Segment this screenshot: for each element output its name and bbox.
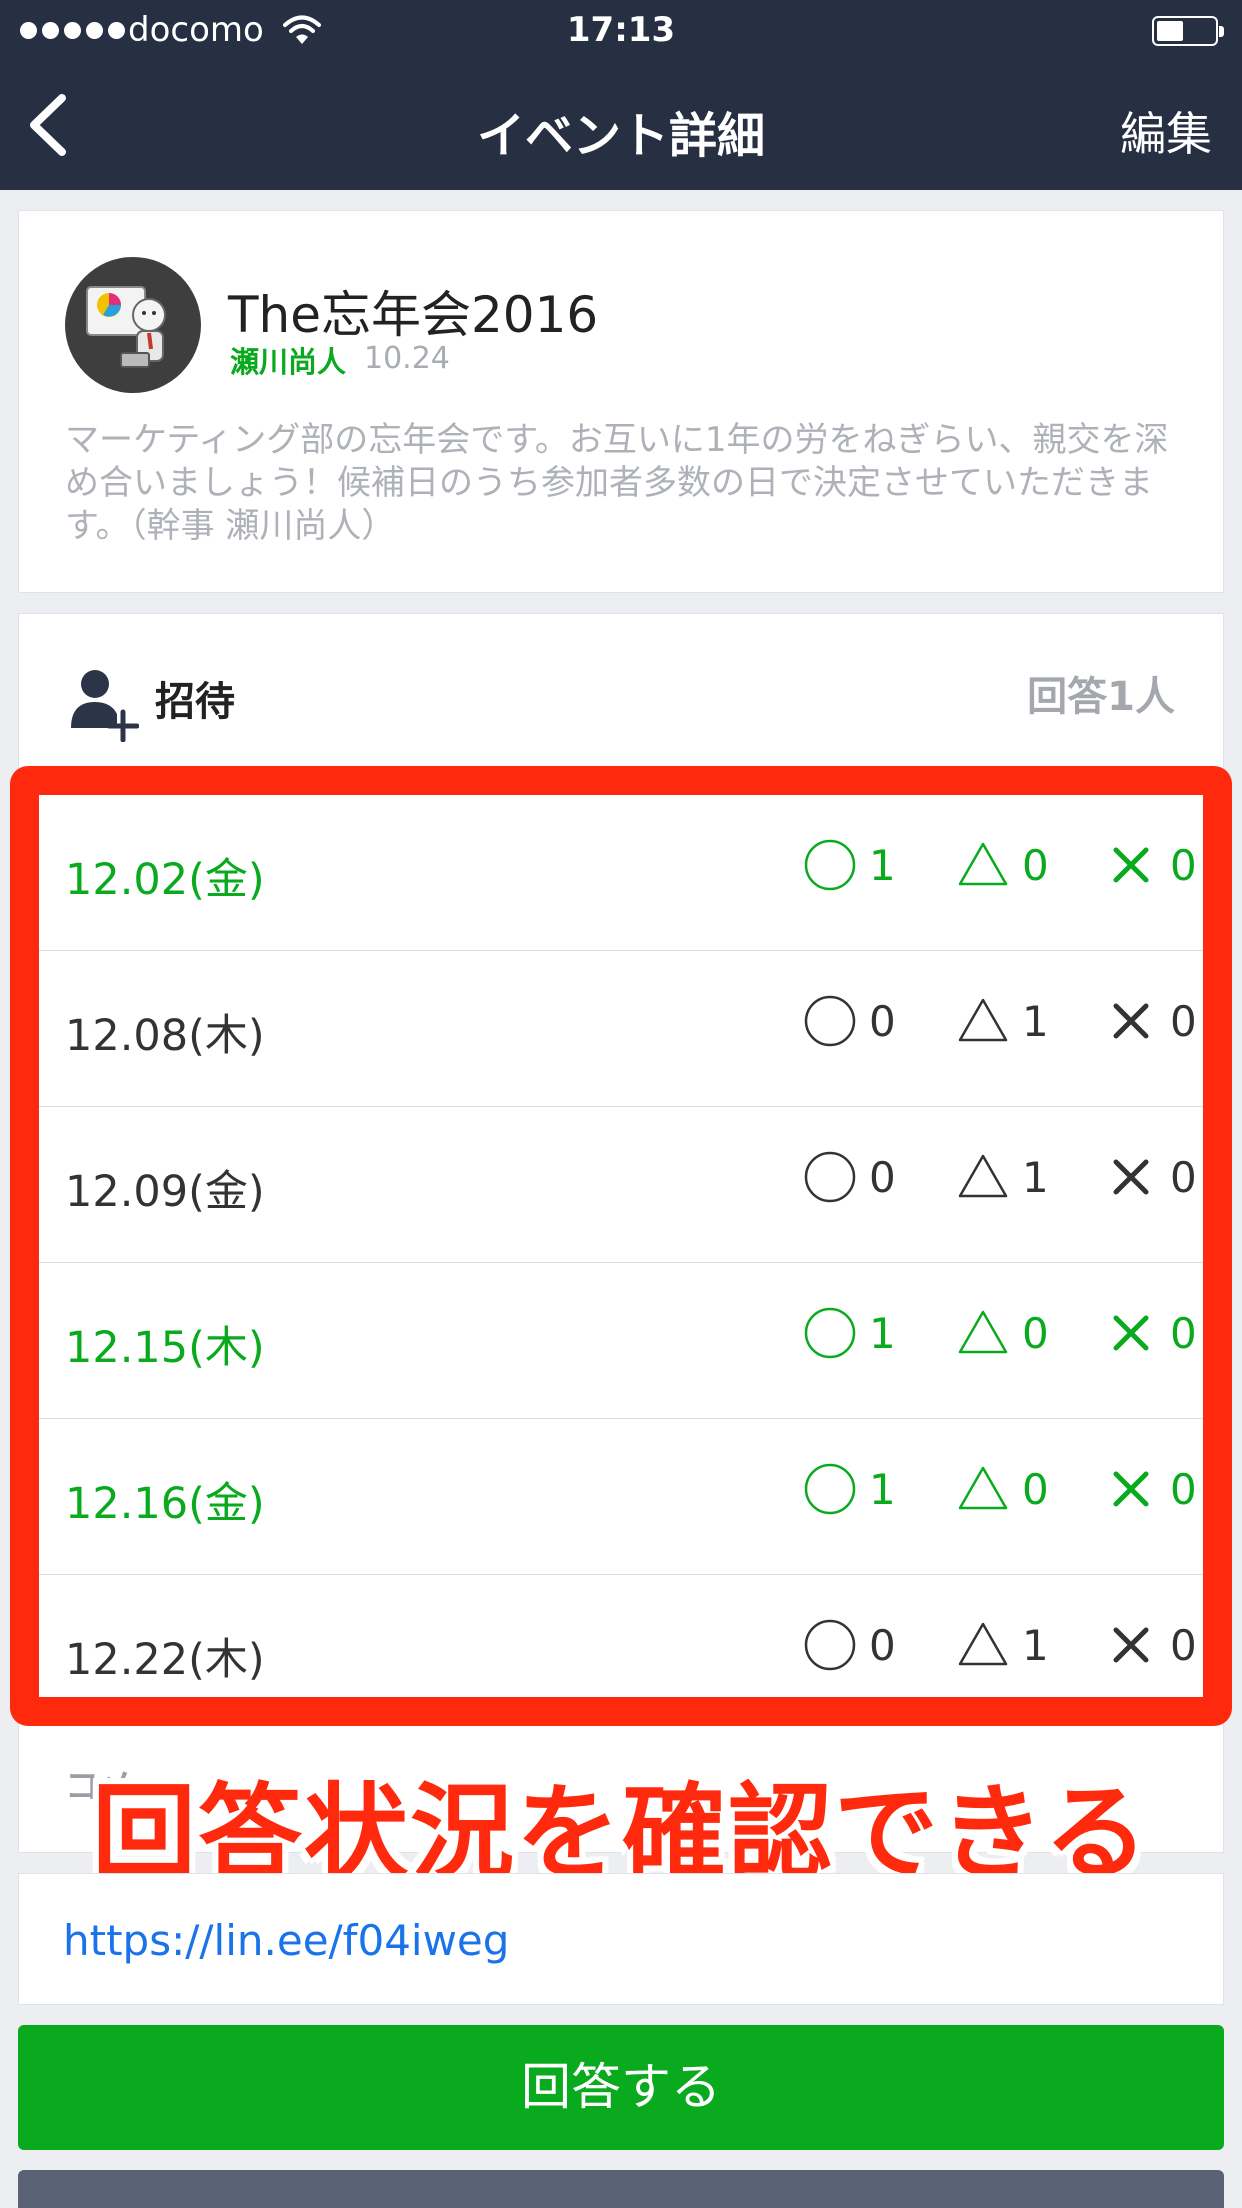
circle-yes-stat: 1 [803, 1449, 896, 1529]
cross-no-count: 0 [1170, 840, 1197, 890]
cross-no-stat: 0 [1104, 1137, 1197, 1217]
date-row[interactable]: 12.09(金) 0 1 0 [39, 1107, 1203, 1263]
date-row[interactable]: 12.15(木) 1 0 0 [39, 1263, 1203, 1419]
status-time: 17:13 [566, 10, 676, 50]
circle-yes-count: 1 [869, 1308, 896, 1358]
triangle-maybe-stat: 0 [956, 1449, 1049, 1529]
secondary-button[interactable] [18, 2170, 1224, 2208]
triangle-maybe-count: 1 [1022, 1620, 1049, 1670]
cross-no-icon [1113, 1315, 1149, 1351]
invite-label: 招待 [155, 679, 235, 725]
date-label: 12.02(金) [65, 855, 265, 905]
cross-no-stat: 0 [1104, 981, 1197, 1061]
triangle-maybe-count: 1 [1022, 996, 1049, 1046]
organizer-name[interactable]: 瀬川尚人 [230, 339, 346, 381]
triangle-maybe-icon [958, 842, 1008, 886]
cross-no-count: 0 [1170, 1308, 1197, 1358]
cross-no-stat: 0 [1104, 1605, 1197, 1685]
answer-status-highlight: 12.02(金) 1 0 0 12.08(木) 0 1 0 12.09(金) 0 1 0 12.15(木… [10, 766, 1232, 1726]
date-list: 12.02(金) 1 0 0 12.08(木) 0 1 0 12.09(金) 0 1 0 12.15(木… [39, 795, 1203, 1731]
circle-yes-count: 1 [869, 840, 896, 890]
link-card: https://lin.ee/f04iweg [18, 1873, 1224, 2005]
cross-no-count: 0 [1170, 1152, 1197, 1202]
add-person-icon[interactable] [67, 664, 139, 742]
circle-yes-icon [804, 995, 856, 1047]
circle-yes-count: 0 [869, 1152, 896, 1202]
circle-yes-stat: 1 [803, 1293, 896, 1373]
triangle-maybe-stat: 1 [956, 981, 1049, 1061]
date-row[interactable]: 12.16(金) 1 0 0 [39, 1419, 1203, 1575]
cross-no-icon [1113, 847, 1149, 883]
triangle-maybe-count: 0 [1022, 840, 1049, 890]
triangle-maybe-count: 1 [1022, 1152, 1049, 1202]
triangle-maybe-icon [958, 998, 1008, 1042]
cross-no-icon [1113, 1003, 1149, 1039]
triangle-maybe-stat: 1 [956, 1137, 1049, 1217]
cross-no-stat: 0 [1104, 825, 1197, 905]
triangle-maybe-icon [958, 1154, 1008, 1198]
triangle-maybe-icon [958, 1310, 1008, 1354]
date-label: 12.15(木) [65, 1323, 265, 1373]
top-bar: docomo 17:13 イベント詳細 編集 [0, 0, 1242, 190]
triangle-maybe-stat: 0 [956, 1293, 1049, 1373]
answer-button[interactable]: 回答する [18, 2025, 1224, 2150]
answer-count[interactable]: 回答1人 [1027, 664, 1175, 722]
battery-icon [1152, 16, 1224, 46]
circle-yes-stat: 1 [803, 825, 896, 905]
event-created-date: 10.24 [364, 341, 450, 376]
event-link[interactable]: https://lin.ee/f04iweg [63, 1916, 509, 1965]
event-card: The忘年会2016 瀬川尚人 10.24 マーケティング部の忘年会です。お互い… [18, 210, 1224, 593]
date-label: 12.16(金) [65, 1479, 265, 1529]
avatar[interactable] [65, 257, 201, 393]
cross-no-icon [1113, 1627, 1149, 1663]
circle-yes-icon [804, 1307, 856, 1359]
date-label: 12.22(木) [65, 1635, 265, 1685]
triangle-maybe-icon [958, 1622, 1008, 1666]
date-row[interactable]: 12.08(木) 0 1 0 [39, 951, 1203, 1107]
date-label: 12.09(金) [65, 1167, 265, 1217]
page-title: イベント詳細 [476, 108, 765, 164]
circle-yes-icon [804, 1619, 856, 1671]
circle-yes-stat: 0 [803, 1605, 896, 1685]
triangle-maybe-stat: 0 [956, 825, 1049, 905]
character-avatar-icon [86, 286, 166, 368]
date-row[interactable]: 12.22(木) 0 1 0 [39, 1575, 1203, 1731]
edit-button[interactable]: 編集 [1120, 98, 1212, 164]
status-bar: docomo 17:13 [0, 0, 1242, 62]
triangle-maybe-count: 0 [1022, 1308, 1049, 1358]
circle-yes-count: 1 [869, 1464, 896, 1514]
cross-no-icon [1113, 1471, 1149, 1507]
cross-no-count: 0 [1170, 1620, 1197, 1670]
event-description: マーケティング部の忘年会です。お互いに1年の労をねぎらい、親交を深め合いましょう… [65, 420, 1169, 546]
cross-no-count: 0 [1170, 1464, 1197, 1514]
triangle-maybe-count: 0 [1022, 1464, 1049, 1514]
circle-yes-icon [804, 1463, 856, 1515]
date-label: 12.08(木) [65, 1011, 265, 1061]
circle-yes-icon [804, 1151, 856, 1203]
cross-no-stat: 0 [1104, 1293, 1197, 1373]
triangle-maybe-icon [958, 1466, 1008, 1510]
event-title: The忘年会2016 [228, 286, 599, 344]
circle-yes-count: 0 [869, 996, 896, 1046]
circle-yes-count: 0 [869, 1620, 896, 1670]
date-row[interactable]: 12.02(金) 1 0 0 [39, 795, 1203, 951]
cross-no-icon [1113, 1159, 1149, 1195]
triangle-maybe-stat: 1 [956, 1605, 1049, 1685]
cross-no-stat: 0 [1104, 1449, 1197, 1529]
cross-no-count: 0 [1170, 996, 1197, 1046]
circle-yes-stat: 0 [803, 1137, 896, 1217]
circle-yes-icon [804, 839, 856, 891]
circle-yes-stat: 0 [803, 981, 896, 1061]
